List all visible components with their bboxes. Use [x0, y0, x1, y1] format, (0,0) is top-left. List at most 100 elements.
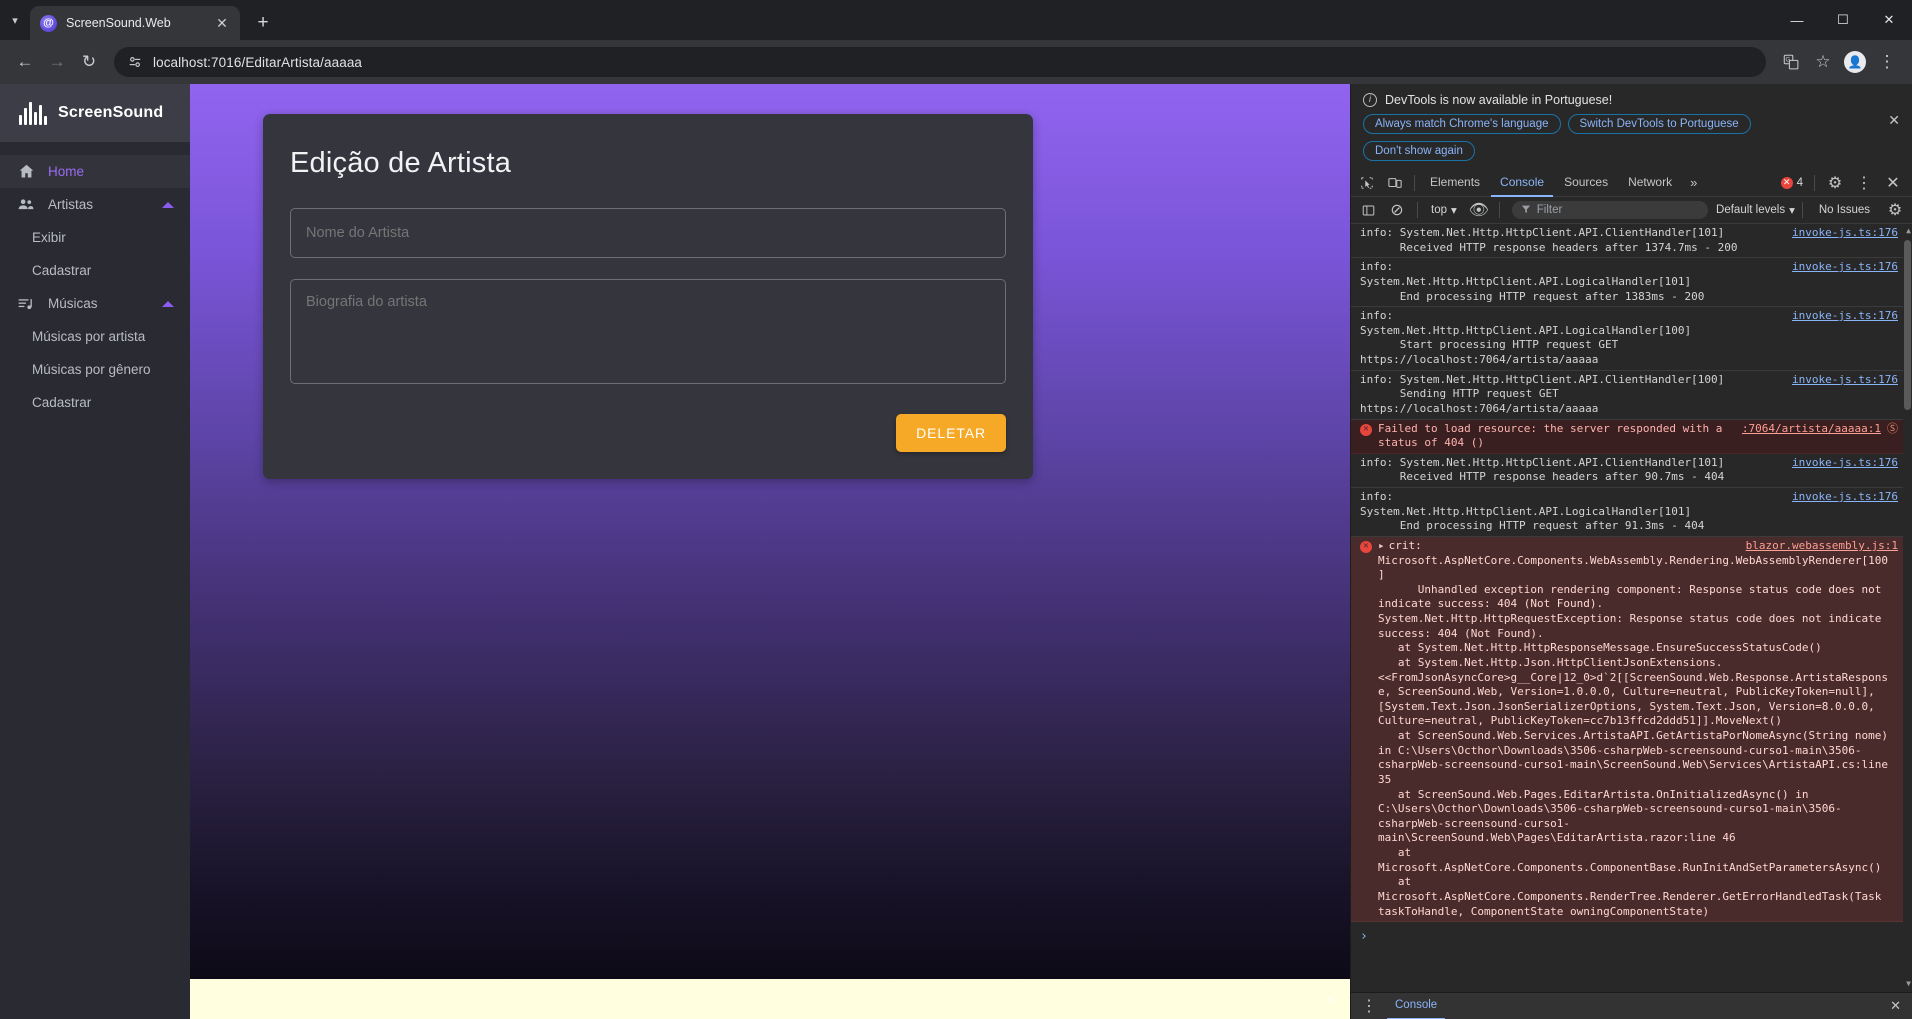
console-scrollbar[interactable]: ▲ ▼ [1903, 224, 1912, 992]
close-icon[interactable]: ✕ [1888, 112, 1900, 129]
error-count-badge[interactable]: ✕ 4 [1780, 176, 1807, 189]
translate-icon[interactable]: G [1776, 47, 1806, 77]
tab-network[interactable]: Network [1619, 169, 1681, 197]
log-entry[interactable]: info: System.Net.Http.HttpClient.API.Log… [1351, 307, 1912, 371]
svg-text:G: G [1785, 57, 1790, 63]
plus-icon[interactable]: + [246, 6, 280, 40]
star-icon[interactable]: ☆ [1808, 47, 1838, 77]
address-bar[interactable]: localhost:7016/EditarArtista/aaaaa [114, 47, 1766, 77]
divider [1814, 174, 1815, 191]
tab-elements[interactable]: Elements [1421, 169, 1489, 197]
log-entry[interactable]: info: System.Net.Http.HttpClient.API.Cli… [1351, 454, 1912, 488]
kebab-menu-icon[interactable]: ⋮ [1872, 47, 1902, 77]
gear-icon[interactable]: ⚙ [1822, 170, 1848, 196]
console-toolbar: ⊘ top ▾ 👁 Filter Default levels ▾ No Iss… [1351, 197, 1912, 224]
log-source-link[interactable]: invoke-js.ts:176 [1792, 309, 1898, 324]
log-message: info: System.Net.Http.HttpClient.API.Cli… [1360, 455, 1725, 484]
devtools-tabbar: Elements Console Sources Network » ✕ 4 ⚙… [1351, 169, 1912, 197]
log-source-link[interactable]: invoke-js.ts:176 [1792, 373, 1898, 388]
artist-name-input[interactable] [290, 208, 1006, 258]
always-match-language-button[interactable]: Always match Chrome's language [1363, 114, 1561, 134]
log-source-link[interactable]: :7064/artista/aaaaa:1 [1742, 422, 1881, 437]
scroll-down-icon[interactable]: ▼ [1906, 979, 1911, 990]
log-source-link[interactable]: blazor.webassembly.js:1 [1746, 539, 1898, 554]
filter-icon [1521, 201, 1531, 219]
console-filter[interactable]: Filter [1511, 201, 1709, 219]
browser-tab[interactable]: @ ScreenSound.Web ✕ [30, 6, 240, 40]
artist-bio-input[interactable] [290, 279, 1006, 384]
console-sidebar-icon[interactable] [1355, 197, 1381, 223]
sidebar-item-artistas[interactable]: Artistas [0, 188, 190, 221]
page-settings-icon[interactable] [126, 54, 143, 71]
devtools-tabbar-actions: ✕ 4 ⚙ ⋮ ✕ [1780, 170, 1909, 196]
dont-show-again-button[interactable]: Don't show again [1363, 141, 1475, 161]
blocked-request-icon: Ⓢ [1887, 421, 1898, 435]
sidebar-subitem-musicas-por-artista[interactable]: Músicas por artista [0, 320, 190, 353]
log-level-select[interactable]: Default levels ▾ [1716, 203, 1795, 217]
close-icon[interactable]: ✕ [1324, 991, 1336, 1008]
app-sidebar: ScreenSound Home Artistas Exibir Cadastr… [0, 84, 190, 1019]
drawer-tab-console[interactable]: Console [1387, 993, 1446, 1019]
arrow-left-icon[interactable]: ← [10, 47, 40, 77]
gear-icon[interactable]: ⚙ [1882, 197, 1908, 223]
sidebar-subitem-cadastrar-artista[interactable]: Cadastrar [0, 254, 190, 287]
log-entry-critical[interactable]: ✕ ▸ crit: blazor.webassembly.js:1 Micros… [1351, 536, 1912, 923]
tab-sources[interactable]: Sources [1555, 169, 1617, 197]
close-icon[interactable]: ✕ [214, 15, 230, 32]
arrow-right-icon[interactable]: → [42, 47, 72, 77]
scrollbar-thumb[interactable] [1904, 240, 1911, 410]
chevron-up-icon[interactable] [162, 300, 174, 307]
log-source-link[interactable]: invoke-js.ts:176 [1792, 260, 1898, 275]
live-expression-icon[interactable]: 👁 [1466, 197, 1492, 223]
account-icon[interactable]: 👤 [1840, 47, 1870, 77]
blazor-error-bar[interactable]: ✕ [190, 979, 1350, 1019]
log-entry[interactable]: info: System.Net.Http.HttpClient.API.Cli… [1351, 371, 1912, 420]
console-output[interactable]: info: System.Net.Http.HttpClient.API.Cli… [1351, 224, 1912, 992]
window-controls: — ☐ ✕ [1774, 0, 1912, 40]
brand-header[interactable]: ScreenSound [0, 84, 190, 142]
sidebar-item-home[interactable]: Home [0, 155, 190, 188]
sidebar-subitem-musicas-por-genero[interactable]: Músicas por gênero [0, 353, 190, 386]
scroll-up-icon[interactable]: ▲ [1906, 226, 1911, 237]
chevron-right-double-icon[interactable]: » [1683, 175, 1704, 190]
error-count: 4 [1796, 176, 1803, 189]
log-source-link[interactable]: invoke-js.ts:176 [1792, 490, 1898, 505]
home-icon [16, 162, 36, 182]
inspect-element-icon[interactable] [1354, 170, 1380, 196]
delete-button[interactable]: DELETAR [896, 414, 1006, 452]
kebab-menu-icon[interactable]: ⋮ [1851, 170, 1877, 196]
page-content: Edição de Artista DELETAR ✕ [190, 84, 1350, 1019]
sidebar-item-musicas[interactable]: Músicas [0, 287, 190, 320]
devtools-drawer: ⋮ Console ✕ [1351, 992, 1912, 1019]
triangle-right-icon[interactable]: ▸ [1378, 539, 1385, 554]
device-toolbar-icon[interactable] [1382, 170, 1408, 196]
tab-console[interactable]: Console [1491, 169, 1554, 197]
close-window-button[interactable]: ✕ [1866, 0, 1912, 40]
close-icon[interactable]: ✕ [1890, 998, 1907, 1014]
maximize-button[interactable]: ☐ [1820, 0, 1866, 40]
log-entry[interactable]: info: System.Net.Http.HttpClient.API.Log… [1351, 488, 1912, 537]
log-source-link[interactable]: invoke-js.ts:176 [1792, 226, 1898, 241]
close-icon[interactable]: ✕ [1880, 170, 1906, 196]
divider [1498, 202, 1500, 218]
issues-status[interactable]: No Issues [1810, 204, 1879, 216]
log-entry[interactable]: info: System.Net.Http.HttpClient.API.Log… [1351, 258, 1912, 308]
switch-devtools-language-button[interactable]: Switch DevTools to Portuguese [1567, 114, 1751, 134]
sidebar-subitem-cadastrar-musica[interactable]: Cadastrar [0, 386, 190, 419]
execution-context-select[interactable]: top ▾ [1425, 203, 1463, 217]
sidebar-subitem-exibir[interactable]: Exibir [0, 221, 190, 254]
crit-label: crit: [1388, 538, 1422, 552]
clear-console-icon[interactable]: ⊘ [1384, 197, 1410, 223]
console-prompt[interactable]: › [1351, 922, 1912, 951]
log-source-link[interactable]: invoke-js.ts:176 [1792, 456, 1898, 471]
kebab-menu-icon[interactable]: ⋮ [1356, 993, 1382, 1019]
log-entry-error[interactable]: ✕ Failed to load resource: the server re… [1351, 419, 1912, 454]
web-page: ScreenSound Home Artistas Exibir Cadastr… [0, 84, 1350, 1019]
minimize-button[interactable]: — [1774, 0, 1820, 40]
log-entry[interactable]: info: System.Net.Http.HttpClient.API.Cli… [1351, 224, 1912, 259]
reload-icon[interactable]: ↻ [74, 47, 104, 77]
tab-title: ScreenSound.Web [66, 16, 171, 30]
devtools-panel: i DevTools is now available in Portugues… [1350, 84, 1912, 1019]
chevron-up-icon[interactable] [162, 201, 174, 208]
tab-search-icon[interactable]: ▾ [0, 0, 30, 40]
